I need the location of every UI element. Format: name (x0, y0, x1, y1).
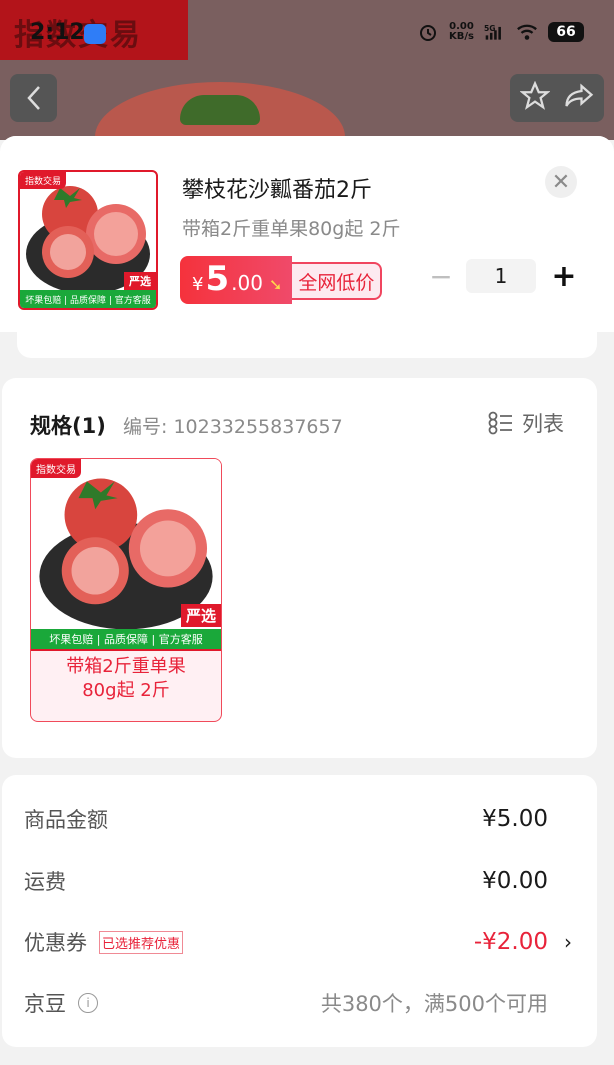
net-speed-unit: KB/s (449, 31, 474, 42)
price-box: ¥ 5 .00 ➘ 全网低价 (180, 256, 383, 304)
option-guarantee-strip: 坏果包赔 | 品质保障 | 官方客服 (31, 629, 221, 649)
product-header: 指数交易 严选 坏果包赔 | 品质保障 | 官方客服 攀枝花沙瓤番茄2斤 带箱2… (0, 136, 614, 332)
coupon-recommend-badge: 已选推荐优惠 (99, 930, 184, 954)
purchase-sheet: 指数交易 严选 坏果包赔 | 品质保障 | 官方客服 攀枝花沙瓤番茄2斤 带箱2… (0, 136, 614, 1065)
battery-icon: 66 (548, 22, 584, 42)
increase-quantity-button[interactable]: + (550, 259, 578, 294)
nav-actions (510, 74, 604, 122)
option-brand-tag: 指数交易 (31, 459, 81, 478)
jd-beans-label: 京豆 (24, 992, 66, 1016)
spec-option-label-line2: 80g起 2斤 (82, 680, 170, 701)
spec-title: 规格(1) (30, 414, 106, 438)
price-drop-icon: ➘ (268, 275, 283, 294)
price-main: ¥ 5 .00 ➘ (180, 256, 293, 304)
list-view-toggle[interactable]: 列表 (488, 408, 564, 438)
alarm-icon (417, 22, 439, 42)
amount-label: 商品金额 (24, 808, 108, 832)
amount-row: 商品金额 ¥5.00 (24, 799, 548, 839)
thumb-guarantee-strip: 坏果包赔 | 品质保障 | 官方客服 (20, 290, 156, 308)
option-selection-badge: 严选 (180, 604, 221, 627)
coupon-row[interactable]: 优惠券 已选推荐优惠 -¥2.00 › (24, 922, 572, 962)
shipping-row: 运费 ¥0.00 (24, 861, 548, 901)
price-integer: 5 (205, 259, 230, 299)
favorite-star-button[interactable] (519, 80, 551, 115)
list-view-label: 列表 (522, 412, 564, 436)
chevron-left-icon (26, 86, 40, 110)
amount-value: ¥5.00 (482, 806, 548, 832)
chevron-right-icon: › (564, 930, 572, 954)
network-speed: 0.00 KB/s (449, 22, 474, 42)
status-icons: 0.00 KB/s 5G 66 (417, 22, 584, 42)
jd-beans-row: 京豆 i 共380个，满500个可用 (24, 983, 548, 1023)
shipping-value: ¥0.00 (482, 868, 548, 894)
header-card-bottom (17, 332, 597, 358)
lowest-price-tag: 全网低价 (292, 262, 383, 300)
price-decimal: .00 (231, 271, 263, 295)
spec-option-selected[interactable]: 指数交易 严选 坏果包赔 | 品质保障 | 官方客服 带箱2斤重单果 80g起 … (30, 458, 222, 722)
product-title: 攀枝花沙瓤番茄2斤 (182, 178, 372, 203)
spec-card: 规格(1) 编号: 10233255837657 列表 指数交易 严选 坏果包赔… (2, 378, 597, 758)
signal-icon: 5G (484, 22, 506, 42)
share-button[interactable] (564, 81, 594, 115)
coupon-label: 优惠券 (24, 931, 87, 955)
background-stem-image (180, 95, 260, 125)
decrease-quantity-button[interactable]: − (429, 260, 452, 293)
close-icon: ✕ (551, 169, 571, 195)
spec-code: 编号: 10233255837657 (123, 416, 343, 438)
spec-option-image: 指数交易 严选 坏果包赔 | 品质保障 | 官方客服 (31, 459, 221, 651)
share-arrow-icon (565, 83, 594, 107)
jd-beans-value: 共380个，满500个可用 (320, 992, 548, 1016)
signal-label: 5G (484, 24, 496, 33)
spec-option-label: 带箱2斤重单果 80g起 2斤 (31, 655, 221, 703)
product-subtitle: 带箱2斤重单果80g起 2斤 (182, 218, 401, 240)
thumb-brand-tag: 指数交易 (20, 172, 67, 189)
thumb-selection-badge: 严选 (124, 272, 156, 290)
coupon-value: -¥2.00 (473, 929, 548, 955)
spec-option-label-line1: 带箱2斤重单果 (66, 656, 186, 677)
order-summary-card: 商品金额 ¥5.00 运费 ¥0.00 优惠券 已选推荐优惠 -¥2.00 › … (2, 775, 597, 1047)
close-button[interactable]: ✕ (545, 166, 577, 198)
info-icon[interactable]: i (78, 993, 98, 1013)
quantity-input[interactable]: 1 (466, 259, 536, 293)
status-bar: 2:12 0.00 KB/s 5G 66 (0, 0, 614, 66)
app-notification-icon (84, 24, 106, 44)
star-icon (519, 80, 551, 110)
quantity-stepper: − 1 + (429, 259, 578, 294)
product-thumbnail[interactable]: 指数交易 严选 坏果包赔 | 品质保障 | 官方客服 (18, 170, 158, 310)
shipping-label: 运费 (24, 870, 66, 894)
back-button[interactable] (10, 74, 57, 122)
wifi-icon (516, 22, 538, 42)
list-icon (488, 411, 512, 435)
price-currency: ¥ (192, 274, 204, 295)
status-time: 2:12 (30, 20, 85, 45)
